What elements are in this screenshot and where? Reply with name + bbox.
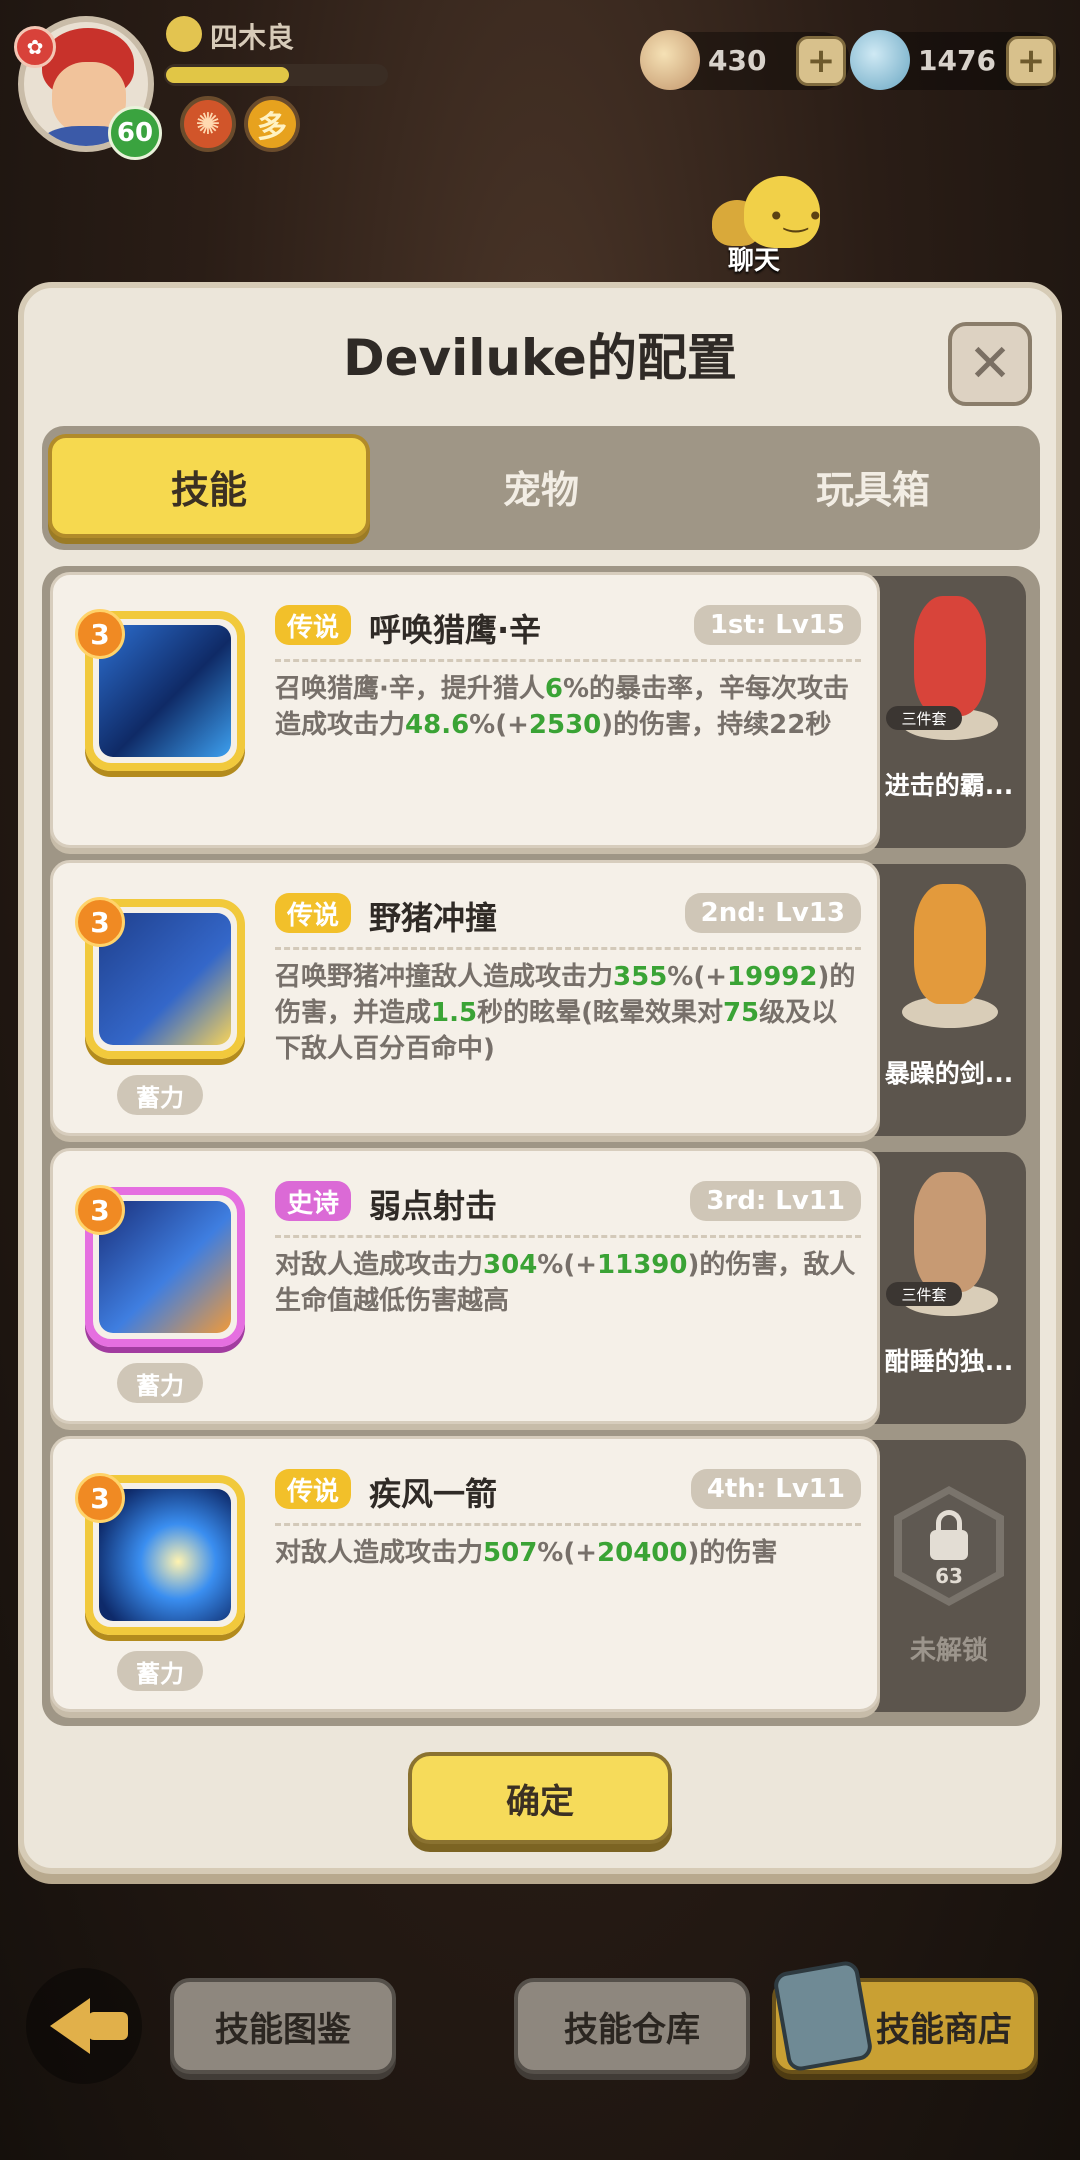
skill-card-3[interactable]: 3 蓄力 史诗 弱点射击 3rd: Lv11 对敌人造成攻击力304%(+113… bbox=[50, 1148, 880, 1424]
skill-card-2[interactable]: 3 蓄力 传说 野猪冲撞 2nd: Lv13 召唤野猪冲撞敌人造成攻击力355%… bbox=[50, 860, 880, 1136]
skill-codex-button[interactable]: 技能图鉴 bbox=[170, 1978, 396, 2074]
close-button[interactable]: ✕ bbox=[948, 322, 1032, 406]
charge-tag: 蓄力 bbox=[117, 1651, 203, 1691]
skill-description: 召唤猎鹰·辛，提升猎人6%的暴击率，辛每次攻击造成攻击力48.6%(+2530)… bbox=[275, 674, 850, 740]
lock-icon-body bbox=[930, 1530, 968, 1560]
skill-description: 对敌人造成攻击力304%(+11390)的伤害，敌人生命值越低伤害越高 bbox=[275, 1250, 856, 1316]
pet-name: 暴躁的剑... bbox=[884, 1059, 1014, 1088]
divider bbox=[275, 947, 861, 950]
tab-toybox[interactable]: 玩具箱 bbox=[712, 434, 1034, 538]
skill-name: 野猪冲撞 bbox=[369, 899, 498, 937]
slot-level-tag: 4th: Lv11 bbox=[690, 1469, 861, 1509]
rank-badge: 3 bbox=[75, 609, 125, 659]
buff-icon[interactable]: ✺ bbox=[180, 96, 236, 152]
set-badge: 三件套 bbox=[886, 706, 962, 730]
rarity-badge: 传说 bbox=[275, 605, 352, 645]
add-gem-button[interactable]: + bbox=[1006, 36, 1056, 86]
close-icon: ✕ bbox=[968, 334, 1012, 394]
vip-icon[interactable]: 多 bbox=[244, 96, 300, 152]
rank-badge: 3 bbox=[75, 1185, 125, 1235]
rarity-badge: 传说 bbox=[275, 893, 352, 933]
slot-level-tag: 1st: Lv15 bbox=[693, 605, 861, 645]
confirm-button[interactable]: 确定 bbox=[408, 1752, 672, 1844]
skill-description: 对敌人造成攻击力507%(+20400)的伤害 bbox=[275, 1538, 778, 1568]
currency-value: 430 bbox=[708, 44, 767, 77]
skill-storage-button[interactable]: 技能仓库 bbox=[514, 1978, 750, 2074]
add-shell-button[interactable]: + bbox=[796, 36, 846, 86]
skill-name: 呼唤猎鹰·辛 bbox=[369, 611, 542, 649]
pet-slot-3[interactable]: 三件套 酣睡的独... bbox=[872, 1152, 1026, 1424]
charge-tag: 蓄力 bbox=[117, 1363, 203, 1403]
dialog-title: Deviluke的配置 bbox=[343, 329, 737, 387]
slot-level-tag: 2nd: Lv13 bbox=[684, 893, 861, 933]
shell-icon bbox=[640, 30, 700, 90]
pet-name: 酣睡的独... bbox=[884, 1347, 1014, 1376]
gem-icon bbox=[850, 30, 910, 90]
slot-level-tag: 3rd: Lv11 bbox=[690, 1181, 861, 1221]
pet-name: 进击的霸... bbox=[884, 771, 1014, 800]
rank-badge: 3 bbox=[75, 897, 125, 947]
pet-slot-2[interactable]: 暴躁的剑... bbox=[872, 864, 1026, 1136]
charge-tag: 蓄力 bbox=[117, 1075, 203, 1115]
player-name: 四木良 bbox=[210, 21, 295, 54]
locked-label: 未解锁 bbox=[909, 1636, 988, 1666]
exp-bar-fill bbox=[166, 67, 290, 83]
chat-face-icon: •‿• bbox=[768, 200, 824, 233]
skill-name: 弱点射击 bbox=[369, 1187, 498, 1225]
skill-card-4[interactable]: 3 蓄力 传说 疾风一箭 4th: Lv11 对敌人造成攻击力507%(+204… bbox=[50, 1436, 880, 1712]
divider bbox=[275, 1235, 861, 1238]
tab-skills[interactable]: 技能 bbox=[48, 434, 370, 538]
back-button[interactable] bbox=[26, 1968, 142, 2084]
tab-bar: 技能 宠物 玩具箱 bbox=[42, 426, 1040, 550]
skill-description: 召唤野猪冲撞敌人造成攻击力355%(+19992)的伤害，并造成1.5秒的眩晕(… bbox=[275, 962, 856, 1064]
divider bbox=[275, 659, 861, 662]
skill-name: 疾风一箭 bbox=[369, 1475, 498, 1513]
rank-badge: 3 bbox=[75, 1473, 125, 1523]
exp-bar bbox=[164, 64, 388, 86]
player-level-badge: 60 bbox=[108, 106, 162, 160]
back-arrow-icon bbox=[50, 1998, 90, 2054]
rarity-badge: 史诗 bbox=[275, 1181, 352, 1221]
skill-shop-button[interactable]: 技能商店 bbox=[771, 1959, 1038, 2074]
player-emoji-icon bbox=[166, 16, 202, 52]
skill-card-1[interactable]: 3 传说 呼唤猎鹰·辛 1st: Lv15 召唤猎鹰·辛，提升猎人6%的暴击率，… bbox=[50, 572, 880, 848]
notification-icon: ✿ bbox=[14, 26, 56, 68]
pet-slot-locked: 63 未解锁 bbox=[872, 1440, 1026, 1712]
set-badge: 三件套 bbox=[886, 1282, 962, 1306]
currency-shell: 430 + bbox=[640, 30, 850, 90]
chat-label[interactable]: 聊天 bbox=[728, 240, 780, 277]
pet-slot-1[interactable]: 三件套 进击的霸... bbox=[872, 576, 1026, 848]
shop-icon bbox=[771, 1959, 875, 2073]
currency-gem: 1476 + bbox=[850, 30, 1060, 90]
currency-value: 1476 bbox=[918, 44, 996, 77]
skill-shop-label: 技能商店 bbox=[876, 2009, 1012, 2050]
divider bbox=[275, 1523, 861, 1526]
pet-figure bbox=[898, 878, 1002, 1028]
rarity-badge: 传说 bbox=[275, 1469, 352, 1509]
unlock-level: 63 bbox=[935, 1564, 963, 1588]
tab-pets[interactable]: 宠物 bbox=[380, 434, 702, 538]
